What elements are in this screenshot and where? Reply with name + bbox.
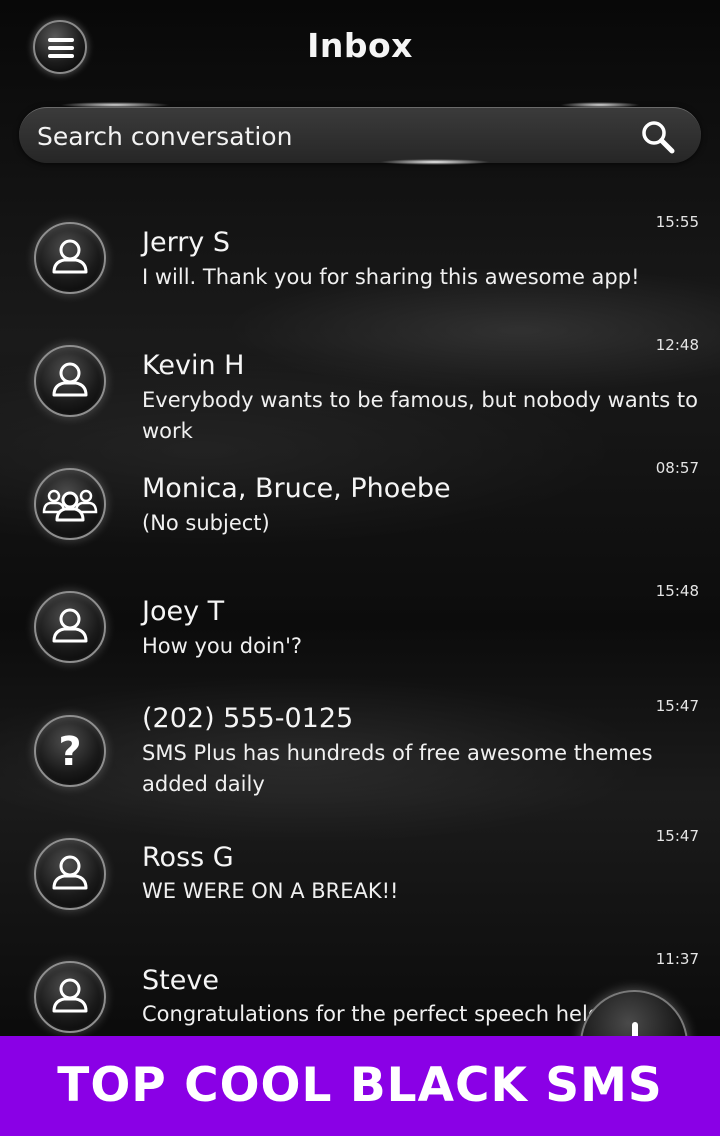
contact-name: Monica, Bruce, Phoebe — [142, 473, 451, 504]
conversation-row[interactable]: 08:57 Monica, Bruce, Phoebe (No subject) — [0, 446, 720, 569]
contact-name: Joey T — [142, 596, 225, 627]
conversation-row[interactable]: ? 15:47 (202) 555-0125 SMS Plus has hund… — [0, 685, 720, 830]
contact-name: (202) 555-0125 — [142, 703, 354, 734]
glint-decoration — [380, 159, 490, 165]
message-snippet: WE WERE ON A BREAK!! — [142, 879, 399, 903]
search-input[interactable]: Search conversation — [37, 122, 292, 151]
unknown-contact-icon: ? — [58, 729, 81, 775]
contact-avatar — [34, 345, 106, 417]
contact-avatar — [34, 468, 106, 540]
person-icon — [52, 978, 88, 1013]
app-header: Inbox — [0, 0, 720, 96]
message-time: 15:55 — [655, 213, 699, 231]
promo-banner: TOP COOL BLACK SMS — [0, 1036, 720, 1136]
group-icon — [42, 489, 98, 522]
contact-avatar — [34, 961, 106, 1033]
contact-avatar: ? — [34, 715, 106, 787]
conversation-row[interactable]: 15:55 Jerry S I will. Thank you for shar… — [0, 200, 720, 323]
contact-avatar — [34, 838, 106, 910]
svg-text:?: ? — [58, 729, 81, 775]
contact-name: Steve — [142, 965, 219, 996]
person-icon — [52, 362, 88, 397]
conversation-row[interactable]: 15:47 Ross G WE WERE ON A BREAK!! — [0, 827, 720, 953]
page-title: Inbox — [307, 26, 413, 65]
message-snippet: Everybody wants to be famous, but nobody… — [142, 388, 698, 443]
contact-avatar — [34, 222, 106, 294]
message-time: 15:47 — [655, 697, 699, 715]
contact-name: Kevin H — [142, 350, 245, 381]
message-time: 15:48 — [655, 582, 699, 600]
search-icon[interactable] — [641, 120, 675, 154]
conversation-row[interactable]: 15:48 Joey T How you doin'? — [0, 569, 720, 685]
contact-name: Jerry S — [142, 227, 231, 258]
person-icon — [52, 608, 88, 643]
message-snippet: SMS Plus has hundreds of free awesome th… — [142, 741, 653, 796]
message-time: 08:57 — [655, 459, 699, 477]
search-bar[interactable]: Search conversation — [19, 107, 701, 163]
message-snippet: I will. Thank you for sharing this aweso… — [142, 265, 640, 289]
message-time: 11:37 — [655, 950, 699, 968]
message-snippet: How you doin'? — [142, 634, 302, 658]
person-icon — [52, 239, 88, 274]
banner-text: TOP COOL BLACK SMS — [57, 1058, 663, 1113]
message-time: 15:47 — [655, 827, 699, 845]
message-time: 12:48 — [655, 336, 699, 354]
person-icon — [52, 855, 88, 890]
contact-avatar — [34, 591, 106, 663]
contact-name: Ross G — [142, 842, 234, 873]
message-snippet: (No subject) — [142, 511, 270, 535]
conversation-row[interactable]: 12:48 Kevin H Everybody wants to be famo… — [0, 323, 720, 446]
